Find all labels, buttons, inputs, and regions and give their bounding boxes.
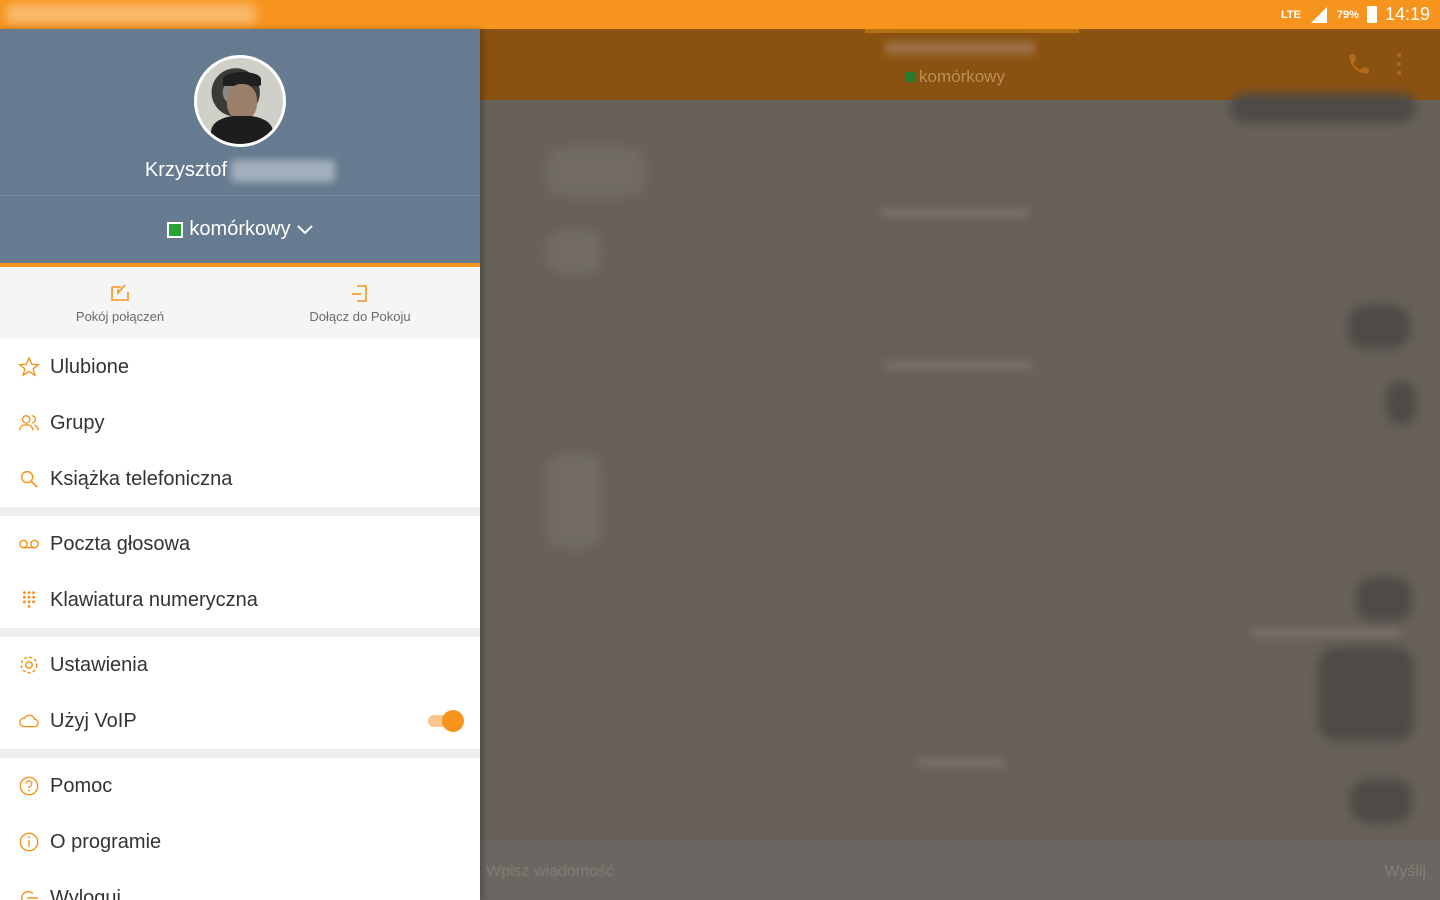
help-icon: [19, 776, 39, 796]
avatar[interactable]: [194, 55, 286, 147]
profile-name: Krzysztof: [0, 159, 480, 182]
notification-icons-blurred: [6, 4, 256, 24]
incoming-call-room-icon: [111, 283, 129, 301]
clock: 14:19: [1384, 4, 1430, 24]
chevron-down-icon: [296, 224, 313, 234]
navigation-drawer: Krzysztof komórkowy Pokój połączeń Dołąc…: [0, 29, 480, 900]
menu-item-help[interactable]: Pomoc: [0, 758, 480, 814]
message-bubble: [1348, 305, 1410, 349]
status-bar: LTE 79% 14:19: [0, 0, 1440, 29]
menu-item-dialpad[interactable]: Klawiatura numeryczna: [0, 572, 480, 628]
logout-icon: [21, 890, 39, 900]
join-room-icon: [352, 284, 367, 302]
menu-item-phonebook[interactable]: Książka telefoniczna: [0, 451, 480, 507]
search-icon: [20, 470, 38, 488]
voip-toggle[interactable]: [428, 710, 464, 732]
voicemail-icon: [19, 539, 39, 549]
battery-icon: [1366, 6, 1377, 23]
status-indicators: LTE 79% 14:19: [1281, 0, 1430, 29]
menu-divider: [0, 507, 480, 516]
presence-label: komórkowy: [189, 218, 291, 240]
date-stamp: [1250, 629, 1400, 637]
date-stamp: [884, 361, 1034, 369]
menu-item-use-voip[interactable]: Użyj VoIP: [0, 693, 480, 749]
menu-group-settings: Ustawienia Użyj VoIP: [0, 637, 480, 749]
presence-indicator: [167, 221, 184, 238]
gear-icon: [20, 656, 38, 674]
menu-item-about[interactable]: O programie: [0, 814, 480, 870]
message-composer: Wpisz wiadomość Wyślij: [480, 841, 1440, 900]
menu-item-logout[interactable]: Wyloguj: [0, 870, 480, 900]
menu-item-voicemail[interactable]: Poczta głosowa: [0, 516, 480, 572]
message-bubble: [1318, 647, 1414, 741]
group-icon: [19, 414, 39, 431]
profile-first-name: Krzysztof: [144, 159, 228, 181]
signal-icon: [1310, 6, 1327, 23]
menu-group-contacts: Ulubione Grupy Książka telefoniczna: [0, 339, 480, 507]
join-room-button[interactable]: Dołącz do Pokoju: [240, 267, 480, 339]
chat-header: komórkowy: [480, 29, 1440, 100]
menu-group-help: Pomoc O programie Wyloguj: [0, 758, 480, 900]
message-bubble: [1356, 577, 1412, 621]
message-input[interactable]: Wpisz wiadomość: [486, 863, 614, 881]
menu-divider: [0, 628, 480, 637]
network-type: LTE: [1280, 8, 1301, 21]
info-icon: [19, 832, 39, 852]
battery-percent: 79%: [1336, 8, 1359, 21]
chat-panel: komórkowy Wpisz wiadomość Wyślij: [480, 29, 1440, 900]
quick-actions: Pokój połączeń Dołącz do Pokoju: [0, 267, 480, 339]
menu-item-settings[interactable]: Ustawienia: [0, 637, 480, 693]
cloud-icon: [19, 714, 39, 728]
call-room-button[interactable]: Pokój połączeń: [0, 267, 240, 339]
profile-last-name-blurred: [231, 159, 336, 182]
presence-indicator: [905, 72, 915, 82]
menu-group-calls: Poczta głosowa Klawiatura numeryczna: [0, 516, 480, 628]
menu-divider: [0, 749, 480, 758]
profile-header: Krzysztof: [0, 29, 480, 195]
star-icon: [18, 356, 40, 377]
message-bubble: [546, 147, 646, 197]
message-bubble: [1350, 779, 1412, 823]
chat-header-accent: [865, 29, 1079, 33]
dialpad-icon: [22, 591, 36, 608]
chat-contact-status: komórkowy: [905, 67, 1005, 87]
message-bubble: [1386, 381, 1416, 425]
date-stamp: [880, 209, 1030, 217]
message-bubble: [1230, 93, 1416, 123]
menu-item-favorites[interactable]: Ulubione: [0, 339, 480, 395]
message-bubble: [546, 453, 602, 549]
chat-contact-name-blurred: [885, 41, 1035, 55]
phone-icon[interactable]: [1346, 51, 1372, 77]
presence-selector[interactable]: komórkowy: [0, 195, 480, 263]
more-options-icon[interactable]: [1396, 53, 1402, 75]
message-bubble: [546, 229, 602, 275]
send-button[interactable]: Wyślij: [1384, 863, 1426, 881]
menu-item-groups[interactable]: Grupy: [0, 395, 480, 451]
date-stamp: [916, 759, 1006, 767]
